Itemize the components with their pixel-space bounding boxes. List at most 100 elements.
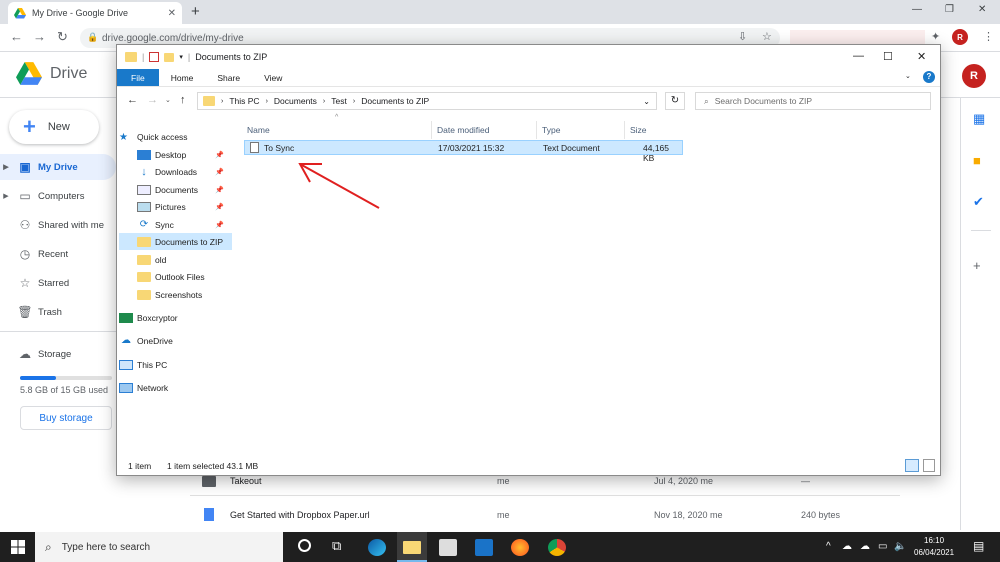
battery-icon[interactable]: ▭ [878, 541, 887, 552]
explorer-search-input[interactable]: ⌕ Search Documents to ZIP [695, 92, 931, 110]
tree-pictures[interactable]: Pictures 📌 [119, 198, 232, 215]
tree-desktop[interactable]: Desktop 📌 [119, 146, 232, 163]
nav-recent[interactable]: ◷ Recent [0, 241, 118, 267]
explorer-minimize-icon[interactable]: — [853, 50, 864, 62]
up-level-icon[interactable]: ↑ [180, 94, 186, 106]
chrome-menu-icon[interactable]: ⋮ [983, 30, 994, 43]
minimize-icon[interactable]: — [912, 4, 922, 15]
ribbon-expand-icon[interactable]: ⌄ [905, 72, 911, 80]
column-header-size[interactable]: Size [625, 121, 683, 139]
extensions-puzzle-icon[interactable]: ✦ [931, 30, 940, 43]
cortana-icon[interactable] [298, 539, 311, 552]
explorer-maximize-icon[interactable]: ☐ [883, 50, 893, 63]
keep-icon[interactable]: ■ [973, 153, 981, 168]
new-tab-button[interactable]: + [191, 3, 200, 20]
table-row[interactable]: Get Started with Dropbox Paper.url me No… [190, 500, 900, 530]
tree-onedrive[interactable]: ☁ OneDrive [119, 332, 232, 349]
close-tab-icon[interactable]: ✕ [168, 8, 176, 19]
tree-network[interactable]: Network [119, 379, 232, 396]
help-icon[interactable]: ? [923, 71, 935, 83]
taskbar-search-input[interactable]: ⌕ Type here to search [35, 532, 283, 562]
details-view-icon[interactable] [905, 459, 919, 472]
firefox-icon[interactable] [511, 539, 529, 556]
column-header-date[interactable]: Date modified [432, 121, 537, 139]
profile-avatar[interactable]: R [952, 29, 968, 45]
tree-boxcryptor[interactable]: Boxcryptor [119, 309, 232, 326]
expand-caret-icon[interactable]: ▶ [0, 192, 12, 200]
buy-storage-button[interactable]: Buy storage [20, 406, 112, 430]
close-window-icon[interactable]: ✕ [978, 4, 986, 15]
tree-quick-access[interactable]: ★ Quick access [119, 128, 232, 145]
properties-icon[interactable] [149, 52, 160, 62]
chrome-icon[interactable] [548, 539, 566, 556]
tree-outlook-files[interactable]: Outlook Files [119, 268, 232, 285]
nav-trash[interactable]: 🗑 Trash [0, 299, 118, 325]
tree-screenshots[interactable]: Screenshots [119, 286, 232, 303]
breadcrumb-item[interactable]: This PC [229, 96, 259, 106]
recent-locations-icon[interactable]: ⌄ [165, 96, 171, 104]
nav-my-drive[interactable]: ▶ ▣ My Drive [0, 154, 116, 180]
ribbon-tab-share[interactable]: Share [205, 69, 252, 86]
edge-icon[interactable] [368, 539, 386, 556]
new-folder-icon[interactable] [164, 52, 175, 62]
back-icon[interactable]: ← [10, 29, 23, 44]
nav-shared[interactable]: ⚇ Shared with me [0, 212, 118, 238]
install-icon[interactable]: ⇩ [738, 30, 747, 43]
onedrive-tray-icon[interactable]: ☁ [842, 541, 852, 552]
address-dropdown-icon[interactable]: ⌄ [643, 97, 650, 106]
system-clock[interactable]: 16:10 06/04/2021 [914, 535, 954, 559]
new-button[interactable]: + New [9, 110, 99, 144]
file-size: 44,165 KB [643, 143, 669, 163]
column-header-type[interactable]: Type [537, 121, 625, 139]
explorer-taskbar-button[interactable] [397, 532, 427, 562]
tree-documents[interactable]: Documents 📌 [119, 181, 232, 198]
add-addon-icon[interactable]: + [973, 258, 981, 273]
file-row[interactable]: To Sync 17/03/2021 15:32 Text Document 4… [244, 140, 683, 163]
tree-documents-to-zip[interactable]: Documents to ZIP [119, 233, 232, 250]
refresh-icon[interactable]: ↻ [665, 92, 685, 110]
nav-computers[interactable]: ▶ ▭ Computers [0, 183, 118, 209]
breadcrumb[interactable]: › This PC › Documents › Test › Documents… [197, 92, 657, 110]
calendar-icon[interactable]: ▦ [973, 111, 985, 127]
tree-this-pc[interactable]: This PC [119, 356, 232, 373]
task-view-icon[interactable]: ⧉ [332, 538, 341, 554]
explorer-back-icon[interactable]: ← [127, 94, 138, 106]
tree-sync[interactable]: ⟳ Sync 📌 [119, 216, 232, 233]
explorer-forward-icon[interactable]: → [147, 94, 158, 106]
ribbon-tab-file[interactable]: File [117, 69, 159, 86]
breadcrumb-item[interactable]: Documents to ZIP [361, 96, 429, 106]
tasks-icon[interactable]: ✔ [973, 194, 984, 210]
notifications-icon[interactable]: ▤ [973, 539, 984, 553]
bookmark-star-icon[interactable]: ☆ [762, 30, 772, 43]
nav-storage[interactable]: ☁ Storage [0, 341, 118, 367]
tree-downloads[interactable]: ↓ Downloads 📌 [119, 163, 232, 180]
breadcrumb-item[interactable]: Test [331, 96, 347, 106]
ribbon-tab-view[interactable]: View [252, 69, 294, 86]
folder-icon [203, 96, 215, 106]
explorer-title-bar[interactable]: | ▾ | Documents to ZIP — ☐ ✕ [117, 45, 940, 69]
volume-icon[interactable]: 🔈 [894, 541, 906, 552]
restore-icon[interactable]: ❐ [945, 4, 954, 15]
file-list: ^ Name Date modified Type Size To Sync 1… [242, 114, 932, 455]
drive-profile-avatar[interactable]: R [962, 64, 986, 88]
nav-label: Starred [38, 277, 70, 289]
tree-old[interactable]: old [119, 251, 232, 268]
quick-access-dropdown-icon[interactable]: ▾ [179, 53, 183, 61]
lock-icon: 🔒 [87, 32, 99, 42]
column-header-name[interactable]: Name [242, 121, 432, 139]
forward-icon[interactable]: → [33, 29, 46, 44]
cloud-tray-icon[interactable]: ☁ [860, 541, 870, 552]
nav-starred[interactable]: ☆ Starred [0, 270, 118, 296]
file-explorer-window[interactable]: | ▾ | Documents to ZIP — ☐ ✕ File Home S… [116, 44, 941, 476]
store-icon[interactable] [439, 539, 457, 556]
tray-expand-icon[interactable]: ^ [826, 541, 831, 552]
large-icons-view-icon[interactable] [923, 459, 935, 472]
breadcrumb-item[interactable]: Documents [274, 96, 317, 106]
browser-tab[interactable]: My Drive - Google Drive ✕ [8, 2, 182, 24]
explorer-close-icon[interactable]: ✕ [917, 50, 926, 63]
ribbon-tab-home[interactable]: Home [159, 69, 206, 86]
windows-start-icon[interactable] [11, 540, 25, 554]
mail-icon[interactable] [475, 539, 493, 556]
reload-icon[interactable]: ↻ [57, 29, 68, 45]
expand-caret-icon[interactable]: ▶ [0, 163, 12, 171]
